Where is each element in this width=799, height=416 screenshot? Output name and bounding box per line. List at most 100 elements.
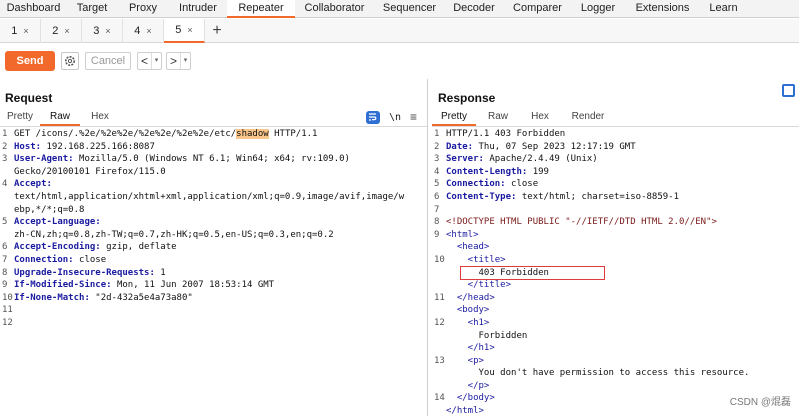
code-text: Server: Apache/2.4.49 (Unix)	[446, 153, 598, 166]
send-button[interactable]: Send	[5, 51, 55, 71]
request-code-line: ebp,*/*;q=0.8	[0, 204, 427, 217]
close-tab-icon[interactable]: ×	[146, 26, 151, 36]
code-text: ebp,*/*;q=0.8	[14, 204, 84, 217]
request-panel: Request Pretty Raw Hex \n ≡ 1 GET /icons/.%…	[0, 79, 428, 416]
close-tab-icon[interactable]: ×	[187, 25, 192, 35]
settings-button[interactable]	[61, 52, 79, 70]
code-token: Gecko/20100101 Firefox/115.0	[14, 166, 166, 177]
code-token: Forbidden	[446, 330, 528, 341]
request-code-line: text/html,application/xhtml+xml,applicat…	[0, 191, 427, 204]
code-text: </html>	[446, 405, 484, 416]
response-view-tab-hex[interactable]: Hex	[520, 110, 560, 126]
code-text: Upgrade-Insecure-Requests: 1	[14, 267, 166, 280]
code-text: zh-CN,zh;q=0.8,zh-TW;q=0.7,zh-HK;q=0.5,e…	[14, 229, 334, 242]
code-token: "2d-432a5e4a73a80"	[89, 292, 193, 303]
line-number	[432, 279, 446, 292]
response-code-line: 13 <p>	[432, 355, 799, 368]
menu-icon[interactable]: ≡	[410, 110, 417, 124]
back-arrow-button[interactable]: <	[138, 54, 151, 68]
line-number: 1	[434, 129, 440, 139]
show-newlines-icon[interactable]: \n	[389, 112, 401, 123]
tab-comparer[interactable]: Comparer	[503, 0, 572, 18]
request-code-line: 10 If-None-Match: "2d-432a5e4a73a80"	[0, 292, 427, 305]
wrap-lines-icon[interactable]	[365, 110, 380, 124]
close-tab-icon[interactable]: ×	[64, 26, 69, 36]
line-number: 2	[2, 141, 8, 152]
cancel-button[interactable]: Cancel	[85, 52, 131, 70]
response-view-tab-raw[interactable]: Raw	[476, 110, 520, 126]
tab-dashboard[interactable]: Dashboard	[0, 0, 67, 18]
code-token: Mon, 11 Jun 2007 18:53:14 GMT	[111, 280, 275, 291]
response-view-tab-render[interactable]: Render	[560, 110, 616, 126]
code-token: 199	[527, 166, 549, 177]
tab-collaborator[interactable]: Collaborator	[295, 0, 374, 18]
gear-icon	[65, 56, 75, 66]
close-tab-icon[interactable]: ×	[105, 26, 110, 36]
code-text: </p>	[446, 380, 490, 393]
header-name: Content-Type:	[446, 191, 517, 202]
tab-sequencer[interactable]: Sequencer	[374, 0, 445, 18]
request-code-line: 6 Accept-Encoding: gzip, deflate	[0, 241, 427, 254]
response-code-line: <body>	[432, 304, 799, 317]
repeater-tab-label: 5	[175, 24, 182, 36]
request-view-tab-hex[interactable]: Hex	[80, 110, 120, 126]
line-number: 6	[434, 191, 440, 202]
repeater-tab-2[interactable]: 2 ×	[41, 19, 82, 43]
line-number	[0, 229, 14, 242]
response-editor[interactable]: 1 HTTP/1.1 403 Forbidden 2 Date: Thu, 07 Se…	[432, 128, 799, 416]
line-number: 5	[434, 179, 440, 190]
back-dropdown-icon[interactable]: ▾	[151, 53, 161, 69]
tab-intruder[interactable]: Intruder	[169, 0, 227, 18]
repeater-tab-1[interactable]: 1 ×	[0, 19, 41, 43]
code-text: Gecko/20100101 Firefox/115.0	[14, 166, 166, 179]
line-number	[432, 241, 446, 254]
request-view-tab-pretty[interactable]: Pretty	[0, 110, 40, 126]
response-view-tabs: Pretty Raw Hex Render	[432, 110, 616, 126]
line-number: 1	[2, 129, 8, 139]
layout-toggle-icon[interactable]	[782, 84, 795, 97]
tab-decoder[interactable]: Decoder	[445, 0, 503, 18]
tab-target[interactable]: Target	[67, 0, 117, 18]
forward-arrow-button[interactable]: >	[167, 54, 180, 68]
tab-extensions[interactable]: Extensions	[624, 0, 701, 18]
forward-dropdown-icon[interactable]: ▾	[180, 53, 190, 69]
header-name: User-Agent:	[14, 154, 74, 165]
request-view-tabs: Pretty Raw Hex	[0, 110, 120, 126]
code-text: If-Modified-Since: Mon, 11 Jun 2007 18:5…	[14, 279, 274, 292]
line-number: 3	[434, 154, 440, 165]
repeater-tab-5[interactable]: 5 ×	[164, 19, 205, 43]
code-token: You don't have permission to access this…	[446, 368, 750, 379]
tab-proxy[interactable]: Proxy	[117, 0, 169, 18]
tab-logger[interactable]: Logger	[572, 0, 624, 18]
code-text: User-Agent: Mozilla/5.0 (Windows NT 6.1;…	[14, 153, 350, 166]
response-code-line: 8 <!DOCTYPE HTML PUBLIC "-//IETF//DTD HTM…	[432, 216, 799, 229]
repeater-tab-3[interactable]: 3 ×	[82, 19, 123, 43]
code-text: </head>	[446, 292, 495, 305]
code-token: 1	[154, 267, 166, 278]
header-name: If-Modified-Since:	[14, 280, 112, 291]
response-view-tab-pretty[interactable]: Pretty	[432, 110, 476, 126]
request-view-tab-raw[interactable]: Raw	[40, 110, 80, 126]
code-token: <!DOCTYPE HTML PUBLIC "-//IETF//DTD HTML…	[446, 217, 717, 228]
code-token: zh-CN,zh;q=0.8,zh-TW;q=0.7,zh-HK;q=0.5,e…	[14, 229, 334, 240]
line-number	[432, 367, 446, 380]
line-number: 7	[434, 204, 440, 215]
header-name: Accept:	[14, 179, 52, 190]
request-code-line: 3 User-Agent: Mozilla/5.0 (Windows NT 6.1…	[0, 153, 427, 166]
request-code-line: zh-CN,zh;q=0.8,zh-TW;q=0.7,zh-HK;q=0.5,e…	[0, 229, 427, 242]
tab-learn[interactable]: Learn	[701, 0, 746, 18]
header-name: Accept-Language:	[14, 217, 101, 228]
repeater-tab-4[interactable]: 4 ×	[123, 19, 164, 43]
add-tab-button[interactable]: +	[205, 19, 229, 42]
close-tab-icon[interactable]: ×	[23, 26, 28, 36]
response-code-line: Forbidden	[432, 330, 799, 343]
line-number: 9	[2, 280, 8, 291]
code-token: HTTP/1.1 403 Forbidden	[446, 129, 566, 139]
response-code-line: 11 </head>	[432, 292, 799, 305]
code-text: GET /icons/.%2e/%2e%2e/%2e%2e/%2e%2e/etc…	[14, 128, 317, 141]
response-code-line: 5 Connection: close	[432, 178, 799, 191]
request-editor[interactable]: 1 GET /icons/.%2e/%2e%2e/%2e%2e/%2e%2e/et…	[0, 128, 427, 416]
line-number	[432, 267, 446, 280]
tab-repeater[interactable]: Repeater	[227, 0, 295, 18]
code-token: </h1>	[446, 343, 495, 354]
